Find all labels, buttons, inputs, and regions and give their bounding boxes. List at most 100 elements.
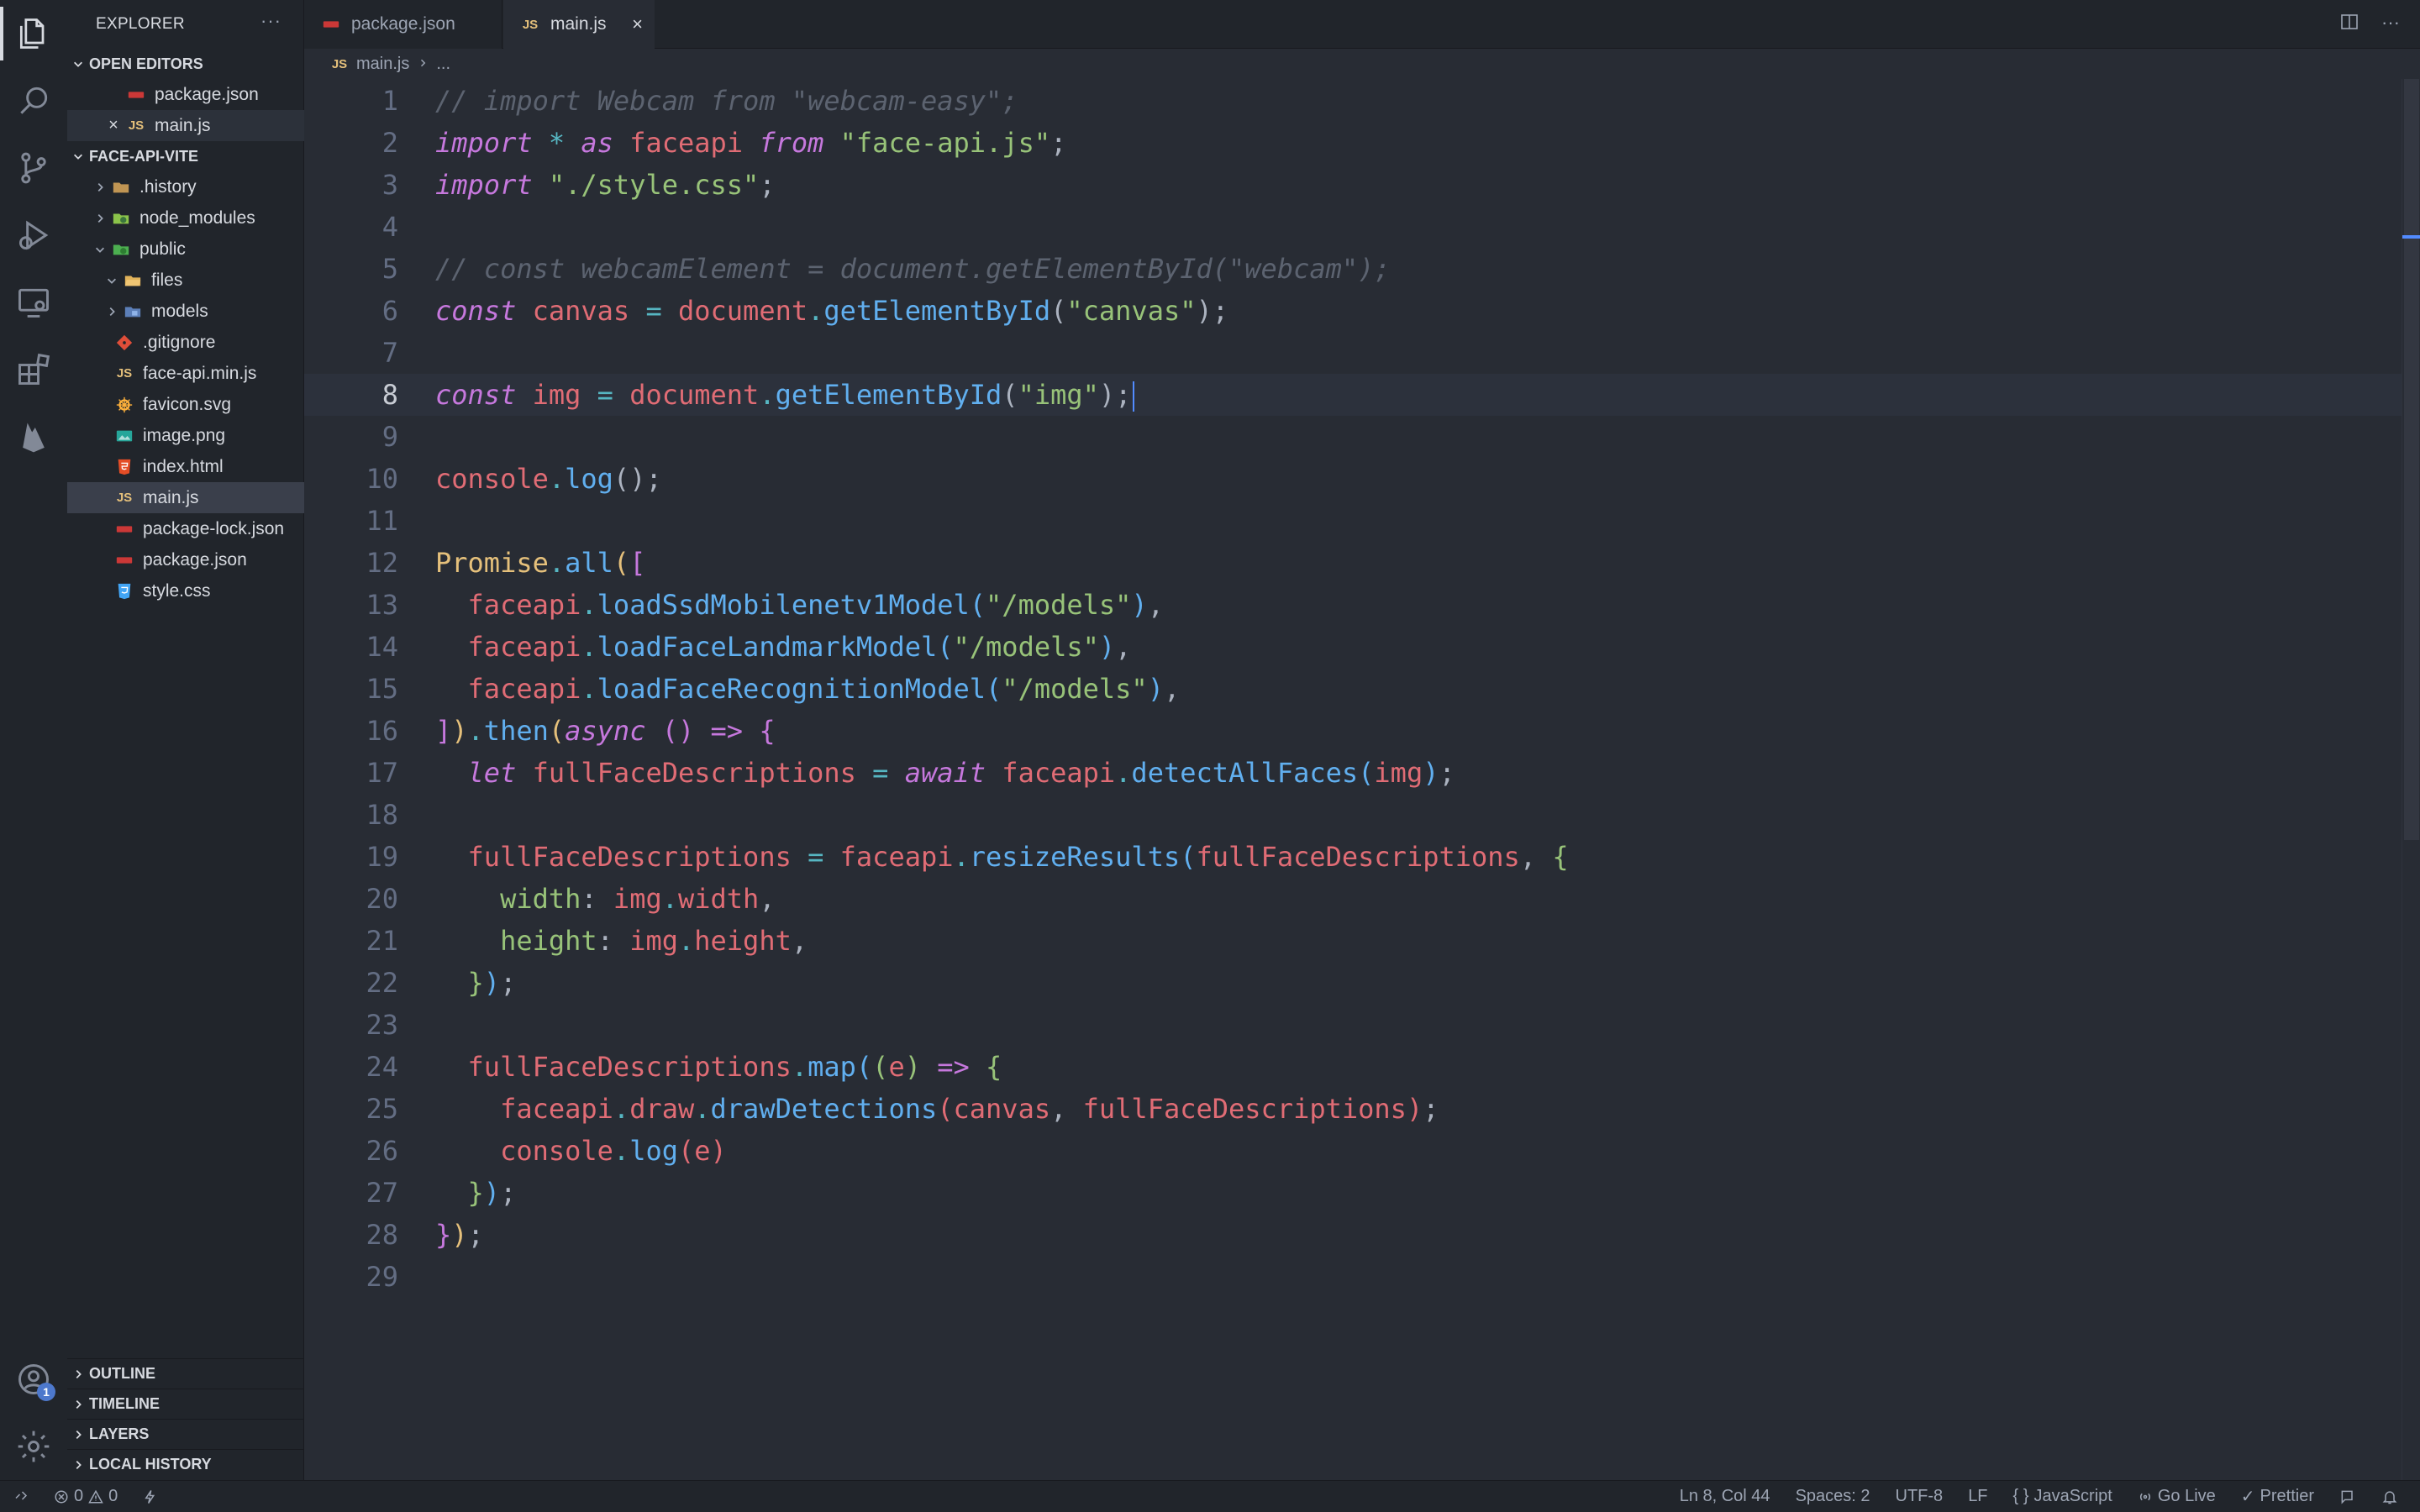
remote-icon[interactable] bbox=[13, 1489, 29, 1504]
tree-item-label: node_modules bbox=[139, 207, 255, 228]
more-actions-icon[interactable]: ··· bbox=[260, 10, 281, 32]
code-token: } bbox=[435, 1219, 452, 1251]
code-token: , bbox=[1163, 673, 1181, 705]
tree-item-node-modules[interactable]: node_modules bbox=[67, 202, 304, 234]
go-live-button[interactable]: Go Live bbox=[2138, 1487, 2216, 1506]
accounts-badge: 1 bbox=[37, 1383, 55, 1401]
breadcrumb-file[interactable]: main.js bbox=[356, 55, 409, 74]
line-number: 8 bbox=[381, 379, 398, 411]
more-actions-icon[interactable]: ··· bbox=[2381, 12, 2400, 37]
code-line: 14 faceapi.loadFaceLandmarkModel("/model… bbox=[304, 626, 2405, 668]
tree-item-models[interactable]: models bbox=[67, 296, 304, 327]
code-token: ; bbox=[500, 967, 517, 999]
split-editor-icon[interactable] bbox=[2339, 12, 2360, 37]
tree-item-face-api-min[interactable]: JS face-api.min.js bbox=[67, 358, 304, 389]
outline-header[interactable]: OUTLINE bbox=[67, 1358, 304, 1389]
local-history-header[interactable]: LOCAL HISTORY bbox=[67, 1449, 304, 1479]
prettier-button[interactable]: ✓ Prettier bbox=[2241, 1486, 2314, 1507]
tree-item-files[interactable]: files bbox=[67, 265, 304, 296]
close-icon[interactable]: × bbox=[632, 13, 643, 35]
code-token: drawDetections bbox=[710, 1093, 938, 1125]
layers-header[interactable]: LAYERS bbox=[67, 1419, 304, 1449]
accounts-icon[interactable]: 1 bbox=[0, 1346, 67, 1413]
run-debug-icon[interactable] bbox=[0, 202, 67, 269]
tab-package-json[interactable]: package.json bbox=[304, 0, 502, 49]
code-token: ) bbox=[1098, 631, 1116, 663]
code-token: const canvas = document.getElementById("… bbox=[435, 295, 1228, 327]
folder-icon bbox=[111, 177, 131, 197]
code-token: fullFaceDescriptions bbox=[1196, 841, 1520, 873]
tree-item-public[interactable]: public bbox=[67, 234, 304, 265]
error-icon bbox=[55, 1490, 68, 1503]
timeline-header[interactable]: TIMELINE bbox=[67, 1389, 304, 1419]
firebase-icon[interactable] bbox=[0, 403, 67, 470]
code-token: import bbox=[435, 169, 533, 201]
tree-item-gitignore[interactable]: .gitignore bbox=[67, 327, 304, 358]
tree-item-main-js[interactable]: JS main.js bbox=[67, 482, 304, 513]
lightning-icon[interactable] bbox=[143, 1489, 158, 1504]
code-editor[interactable]: 1 // import Webcam from "webcam-easy"; 2… bbox=[304, 79, 2420, 1480]
code-token: , bbox=[1519, 841, 1537, 873]
search-icon[interactable] bbox=[0, 67, 67, 134]
tree-item-style-css[interactable]: style.css bbox=[67, 575, 304, 606]
code-token: height bbox=[694, 925, 792, 957]
scrollbar-thumb[interactable] bbox=[2404, 79, 2419, 840]
check-icon: ✓ bbox=[2240, 1488, 2255, 1506]
code-token: ( bbox=[937, 631, 954, 663]
code-token: . bbox=[661, 883, 678, 915]
code-line: 2 import * as faceapi from "face-api.js"… bbox=[304, 122, 2405, 164]
chevron-down-icon bbox=[67, 141, 89, 171]
line-ending[interactable]: LF bbox=[1968, 1487, 1987, 1506]
line-number: 29 bbox=[366, 1261, 398, 1293]
cursor-position[interactable]: Ln 8, Col 44 bbox=[1680, 1487, 1770, 1506]
notifications-bell-icon[interactable] bbox=[2381, 1488, 2398, 1505]
problems-indicator[interactable]: 0 0 bbox=[54, 1487, 118, 1506]
line-number: 3 bbox=[381, 169, 398, 201]
tree-item-package-lock[interactable]: package-lock.json bbox=[67, 513, 304, 544]
extensions-icon[interactable] bbox=[0, 336, 67, 403]
tree-item-history[interactable]: .history bbox=[67, 171, 304, 202]
tree-item-index-html[interactable]: index.html bbox=[67, 451, 304, 482]
breadcrumb-symbols[interactable]: ... bbox=[436, 55, 450, 74]
code-token: ) bbox=[1147, 673, 1164, 705]
editor-scrollbar[interactable] bbox=[2402, 79, 2420, 1480]
code-line: 1 // import Webcam from "webcam-easy"; bbox=[304, 80, 2405, 122]
line-number: 12 bbox=[366, 547, 398, 579]
code-token: ( bbox=[1180, 841, 1197, 873]
close-icon[interactable]: × bbox=[101, 116, 126, 135]
open-editor-item[interactable]: × JS main.js bbox=[67, 110, 304, 141]
code-token: faceapi.loadFaceLandmarkModel("/models")… bbox=[435, 631, 1132, 663]
code-token: , bbox=[1050, 1093, 1067, 1125]
code-token: ] bbox=[435, 715, 452, 747]
indentation[interactable]: Spaces: 2 bbox=[1796, 1487, 1870, 1506]
code-line: 20 width: img.width, bbox=[304, 878, 2405, 920]
feedback-icon[interactable] bbox=[2339, 1488, 2356, 1505]
open-editor-label: package.json bbox=[155, 84, 259, 104]
code-token: document bbox=[677, 295, 808, 327]
warning-count: 0 bbox=[108, 1487, 118, 1505]
tab-main-js[interactable]: JS main.js × bbox=[503, 0, 655, 49]
open-editor-item[interactable]: package.json bbox=[67, 79, 304, 110]
tree-item-favicon[interactable]: favicon.svg bbox=[67, 389, 304, 420]
code-token: . bbox=[548, 463, 566, 495]
code-token: // const webcamElement = document.getEle… bbox=[435, 253, 1391, 285]
code-token: faceapi bbox=[500, 1093, 613, 1125]
remote-explorer-icon[interactable] bbox=[0, 269, 67, 336]
explorer-icon[interactable] bbox=[0, 0, 67, 67]
code-token: getElementById bbox=[775, 378, 1002, 411]
source-control-icon[interactable] bbox=[0, 134, 67, 202]
encoding[interactable]: UTF-8 bbox=[1896, 1487, 1944, 1506]
project-folder-header[interactable]: FACE-API-VITE bbox=[67, 141, 304, 171]
code-token: . bbox=[467, 715, 484, 747]
tree-item-image[interactable]: image.png bbox=[67, 420, 304, 451]
tree-item-package-json[interactable]: package.json bbox=[67, 544, 304, 575]
language-mode[interactable]: { } JavaScript bbox=[2013, 1487, 2112, 1506]
code-token: img bbox=[1374, 757, 1423, 789]
settings-gear-icon[interactable] bbox=[0, 1413, 67, 1480]
open-editors-header[interactable]: OPEN EDITORS bbox=[67, 49, 304, 79]
code-token: Promise.all([ bbox=[435, 547, 645, 579]
chevron-down-icon bbox=[89, 234, 111, 265]
code-line: 29 bbox=[304, 1256, 2405, 1298]
code-token: log bbox=[629, 1135, 678, 1167]
code-token: ( bbox=[937, 1093, 954, 1125]
